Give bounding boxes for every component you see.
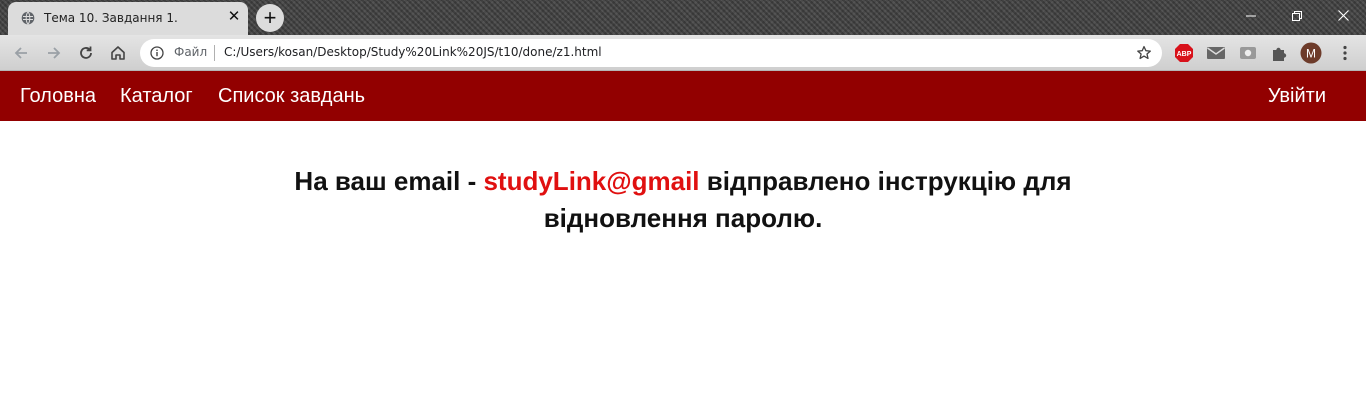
restore-button[interactable] <box>1274 0 1320 30</box>
site-navbar: Головна Каталог Список завдань Увійти <box>0 71 1366 121</box>
extensions-button[interactable] <box>1268 42 1290 64</box>
arrow-left-icon <box>14 47 27 59</box>
new-tab-button[interactable]: + <box>256 4 284 32</box>
window-titlebar: Тема 10. Завдання 1. ✕ + <box>0 0 1366 35</box>
restore-icon <box>1292 10 1302 21</box>
message-email: studyLink@gmail <box>483 166 700 196</box>
minimize-icon <box>1246 15 1256 17</box>
nav-link-home[interactable]: Головна <box>20 85 96 108</box>
globe-icon <box>21 11 35 25</box>
more-vertical-icon <box>1343 45 1347 61</box>
close-window-button[interactable] <box>1320 0 1366 30</box>
profile-button[interactable]: M <box>1300 42 1322 64</box>
nav-link-catalog[interactable]: Каталог <box>120 85 193 108</box>
puzzle-icon <box>1273 47 1287 61</box>
tab-title: Тема 10. Завдання 1. <box>44 11 178 25</box>
reload-icon <box>80 46 92 59</box>
browser-tab[interactable]: Тема 10. Завдання 1. ✕ <box>8 2 248 35</box>
back-button[interactable] <box>8 40 34 66</box>
scheme-chip: Файл <box>174 45 208 59</box>
adblock-extension[interactable]: ABP <box>1173 42 1195 64</box>
adblock-label: ABP <box>1177 51 1192 58</box>
tab-close-icon[interactable]: ✕ <box>226 9 242 25</box>
adblock-icon: ABP <box>1175 44 1193 62</box>
info-icon[interactable] <box>150 46 164 60</box>
address-bar[interactable]: Файл C:/Users/kosan/Desktop/Study%20Link… <box>140 39 1162 67</box>
record-icon <box>1240 47 1256 59</box>
nav-link-tasks[interactable]: Список завдань <box>218 85 365 108</box>
message-prefix: На ваш email - <box>294 166 484 196</box>
chip-divider <box>214 45 215 61</box>
minimize-button[interactable] <box>1228 0 1274 30</box>
reload-button[interactable] <box>73 40 99 66</box>
arrow-right-icon <box>48 47 61 59</box>
mail-icon <box>1207 47 1225 59</box>
browser-toolbar: Файл C:/Users/kosan/Desktop/Study%20Link… <box>0 35 1366 71</box>
url-text[interactable]: C:/Users/kosan/Desktop/Study%20Link%20JS… <box>224 45 602 59</box>
home-button[interactable] <box>105 40 131 66</box>
browser-menu-button[interactable] <box>1334 42 1356 64</box>
nav-link-login[interactable]: Увійти <box>1268 85 1326 108</box>
star-icon[interactable] <box>1136 45 1152 61</box>
close-icon <box>1337 10 1349 21</box>
mail-extension[interactable] <box>1205 42 1227 64</box>
avatar-initial: M <box>1306 47 1316 61</box>
confirmation-message: На ваш email - studyLink@gmail відправле… <box>283 163 1083 237</box>
record-extension[interactable] <box>1237 42 1259 64</box>
avatar: M <box>1300 42 1322 64</box>
home-icon <box>111 46 125 60</box>
forward-button[interactable] <box>41 40 67 66</box>
